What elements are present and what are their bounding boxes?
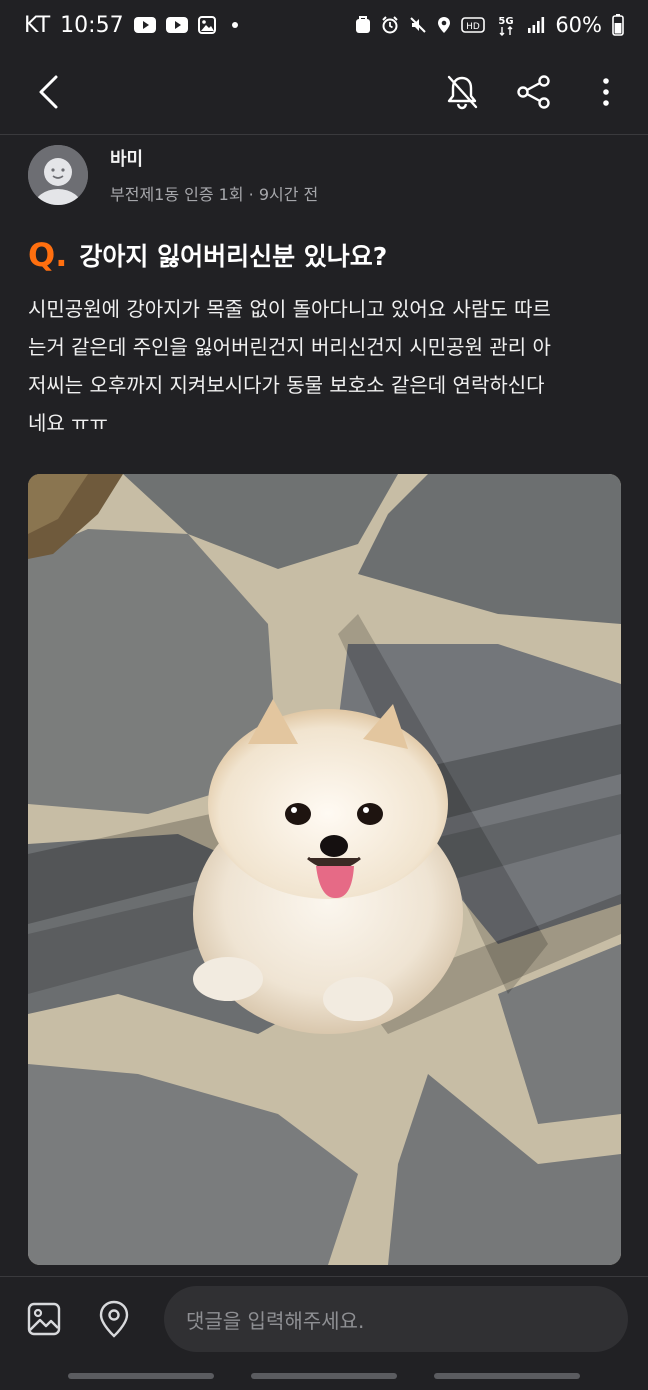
post-body-line: 시민공원에 강아지가 목줄 없이 돌아다니고 있어요 사람도 따르 (28, 297, 551, 321)
question-badge: Q. (28, 236, 68, 274)
svg-text:HD: HD (466, 22, 480, 32)
author-name[interactable]: 바미 (110, 145, 318, 171)
app-bar (0, 50, 648, 134)
youtube-icon (165, 17, 188, 33)
author-text: 바미 부전제1동 인증 1회 · 9시간 전 (110, 145, 318, 205)
battery-icon (612, 14, 624, 36)
nav-recent-hint[interactable] (68, 1373, 215, 1379)
post-photo[interactable] (28, 474, 621, 1265)
battery-percent: 60% (555, 13, 602, 37)
signal-icon (527, 17, 545, 33)
svg-text:5G: 5G (499, 16, 514, 27)
comment-bar: 댓글을 입력해주세요. (0, 1277, 648, 1361)
gallery-icon (197, 16, 216, 34)
post-title: 강아지 잃어버리신분 있나요? (79, 242, 388, 271)
more-icon[interactable] (584, 70, 628, 114)
header-divider (0, 134, 648, 135)
location-icon (437, 16, 451, 34)
dot-icon (231, 22, 238, 28)
youtube-icon (133, 17, 156, 33)
time-label: 10:57 (60, 12, 124, 38)
carrier-label: KT (24, 12, 51, 38)
nav-back-hint[interactable] (433, 1373, 580, 1379)
status-right: HD 5G 60% (355, 13, 624, 37)
app-icon (355, 16, 371, 34)
back-icon[interactable] (26, 70, 70, 114)
author-meta: 부전제1동 인증 1회 · 9시간 전 (110, 185, 319, 204)
status-left: KT 10:57 (24, 13, 238, 38)
app-bar-actions (440, 70, 628, 114)
nav-home-hint[interactable] (250, 1373, 397, 1379)
5g-icon: 5G (495, 14, 517, 36)
post-body-line: 는거 같은데 주인을 잃어버린건지 버리신건지 시민공원 관리 아 (28, 335, 551, 359)
alarm-icon (381, 16, 399, 34)
status-bar: KT 10:57 HD 5G 60% (0, 0, 648, 50)
post-body-line: 저씨는 오후까지 지켜보시다가 동물 보호소 같은데 연락하신다 (28, 373, 545, 397)
system-nav-hints (0, 1362, 648, 1390)
post-body: 시민공원에 강아지가 목줄 없이 돌아다니고 있어요 사람도 따르 는거 같은데… (28, 290, 628, 442)
post-body-line: 네요 ㅠㅠ (28, 411, 108, 435)
image-icon[interactable] (22, 1297, 66, 1341)
share-icon[interactable] (512, 70, 556, 114)
author-info[interactable]: 바미 부전제1동 인증 1회 · 9시간 전 (28, 145, 318, 205)
avatar[interactable] (28, 145, 88, 205)
location-pin-icon[interactable] (92, 1297, 136, 1341)
notification-off-icon[interactable] (440, 70, 484, 114)
comment-input[interactable]: 댓글을 입력해주세요. (164, 1286, 628, 1352)
post-title-row: Q. 강아지 잃어버리신분 있나요? (28, 236, 387, 274)
mute-icon (409, 16, 427, 34)
hd-voice-icon: HD (461, 16, 486, 34)
